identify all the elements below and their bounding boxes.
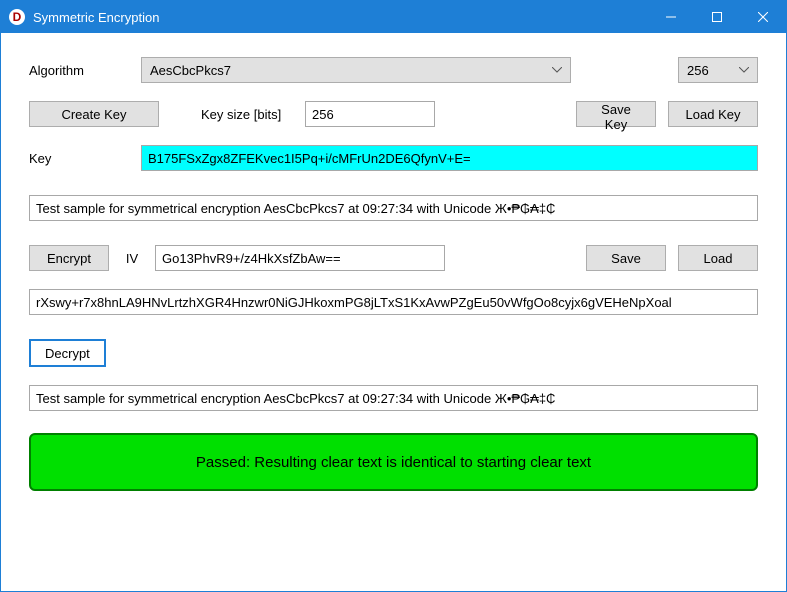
bits-select[interactable]: 256 <box>678 57 758 83</box>
status-bar: Passed: Resulting clear text is identica… <box>29 433 758 491</box>
window-title: Symmetric Encryption <box>33 10 648 25</box>
plaintext-input[interactable] <box>29 195 758 221</box>
load-button[interactable]: Load <box>678 245 758 271</box>
chevron-down-icon <box>739 67 749 73</box>
chevron-down-icon <box>552 67 562 73</box>
key-label: Key <box>29 151 129 166</box>
algorithm-label: Algorithm <box>29 63 129 78</box>
key-input[interactable] <box>141 145 758 171</box>
decrypt-button[interactable]: Decrypt <box>29 339 106 367</box>
save-button[interactable]: Save <box>586 245 666 271</box>
key-row: Key <box>29 145 758 171</box>
window: D Symmetric Encryption Algorithm AesCbcP… <box>0 0 787 592</box>
algorithm-selected: AesCbcPkcs7 <box>150 63 231 78</box>
algorithm-row: Algorithm AesCbcPkcs7 256 <box>29 57 758 83</box>
minimize-icon <box>666 12 676 22</box>
iv-input[interactable] <box>155 245 445 271</box>
key-size-input[interactable] <box>305 101 435 127</box>
maximize-icon <box>712 12 722 22</box>
encrypt-button[interactable]: Encrypt <box>29 245 109 271</box>
maximize-button[interactable] <box>694 1 740 33</box>
bits-selected: 256 <box>687 63 709 78</box>
titlebar: D Symmetric Encryption <box>1 1 786 33</box>
encrypt-row: Encrypt IV Save Load <box>29 245 758 271</box>
close-icon <box>758 12 768 22</box>
load-key-button[interactable]: Load Key <box>668 101 758 127</box>
content-area: Algorithm AesCbcPkcs7 256 Create Key Key… <box>1 33 786 591</box>
algorithm-select[interactable]: AesCbcPkcs7 <box>141 57 571 83</box>
ciphertext-row <box>29 289 758 315</box>
iv-label: IV <box>121 251 143 266</box>
decrypted-input[interactable] <box>29 385 758 411</box>
save-key-button[interactable]: Save Key <box>576 101 656 127</box>
close-button[interactable] <box>740 1 786 33</box>
key-size-label: Key size [bits] <box>201 107 293 122</box>
app-icon: D <box>9 9 25 25</box>
plaintext-row <box>29 195 758 221</box>
ciphertext-input[interactable] <box>29 289 758 315</box>
create-key-button[interactable]: Create Key <box>29 101 159 127</box>
status-text: Passed: Resulting clear text is identica… <box>196 454 591 471</box>
minimize-button[interactable] <box>648 1 694 33</box>
decrypt-row: Decrypt <box>29 339 758 367</box>
key-actions-row: Create Key Key size [bits] Save Key Load… <box>29 101 758 127</box>
decrypted-row <box>29 385 758 411</box>
